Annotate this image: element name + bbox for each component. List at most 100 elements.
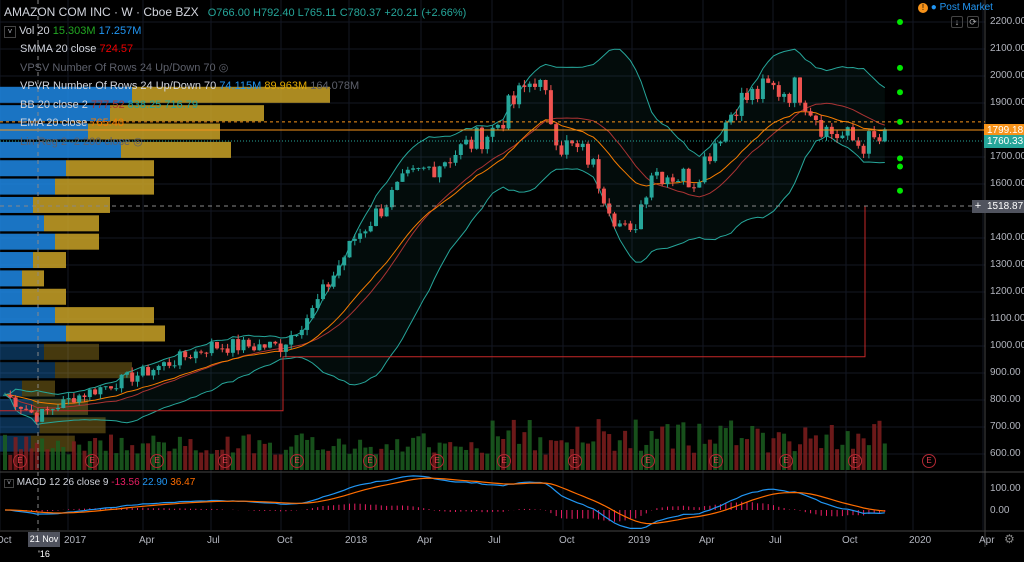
candle-body <box>358 233 363 239</box>
candle-body <box>644 197 649 205</box>
vol-ma-value: 17.257M <box>98 24 142 37</box>
earnings-marker[interactable]: E <box>290 454 304 468</box>
vol-label[interactable]: Vol 20 <box>19 25 50 37</box>
volume-bar <box>490 420 495 470</box>
volume-bar <box>866 445 871 470</box>
candle-body <box>766 78 771 83</box>
vp-down-bar <box>55 233 99 250</box>
volume-bar <box>840 444 845 470</box>
vp-up-bar <box>0 233 55 250</box>
time-axis-label: Apr <box>699 535 715 546</box>
candle-body <box>199 351 204 353</box>
hidden-eye-icon[interactable]: ◎ <box>133 136 143 148</box>
volume-bar <box>792 451 797 470</box>
settings-gear-icon[interactable]: ⚙ <box>1004 532 1015 546</box>
hidden-eye-icon[interactable]: ◎ <box>219 62 229 74</box>
volume-bar <box>3 434 7 470</box>
volume-bar <box>204 450 209 470</box>
earnings-marker[interactable]: E <box>218 454 232 468</box>
candle-body <box>813 115 818 120</box>
vp-down-bar <box>55 178 154 195</box>
time-axis-label: Jul <box>488 535 501 546</box>
candle-body <box>480 127 484 150</box>
earnings-marker[interactable]: E <box>497 454 511 468</box>
volume-bar <box>607 434 612 470</box>
earnings-marker[interactable]: E <box>363 454 377 468</box>
volume-bar <box>146 443 151 470</box>
macd-label[interactable]: MACD 12 26 close 9 <box>17 477 109 488</box>
candle-body <box>40 408 45 422</box>
candle-body <box>93 389 98 395</box>
candle-body <box>554 124 559 146</box>
smma-value: 724.57 <box>99 43 134 55</box>
candle-body <box>819 119 824 137</box>
candle-body <box>771 82 776 86</box>
earnings-marker[interactable]: E <box>709 454 723 468</box>
volume-bar <box>257 440 262 470</box>
volume-bar <box>358 439 363 470</box>
candle-body <box>803 102 808 112</box>
vpvr-label[interactable]: VPVR Number Of Rows 24 Up/Down 70 <box>20 80 216 92</box>
earnings-marker[interactable]: E <box>430 454 444 468</box>
volume-bar <box>342 444 347 470</box>
earnings-marker[interactable]: E <box>568 454 582 468</box>
price-axis-label: 1400.00 <box>990 232 1024 243</box>
candle-body <box>114 388 119 390</box>
macd-collapse-button[interactable]: ˅ <box>4 479 14 488</box>
earnings-marker[interactable]: E <box>85 454 99 468</box>
candle-body <box>506 95 511 129</box>
volume-bar <box>480 452 484 470</box>
volume-bar <box>119 437 124 470</box>
volume-bar <box>548 440 553 470</box>
earnings-marker[interactable]: E <box>922 454 936 468</box>
linreg-label[interactable]: Lin Reg 2 -2 200 close <box>20 136 130 148</box>
earnings-marker[interactable]: E <box>779 454 793 468</box>
candle-body <box>442 162 447 167</box>
candle-body <box>405 169 410 174</box>
smma-label[interactable]: SMMA 20 close <box>20 43 96 55</box>
volume-bar <box>612 450 617 470</box>
volume-bar <box>124 450 129 470</box>
candle-body <box>8 394 13 398</box>
candle-body <box>236 339 241 351</box>
signal-dot <box>897 187 903 194</box>
volume-bar <box>442 443 447 470</box>
candle-body <box>851 127 855 141</box>
earnings-marker[interactable]: E <box>13 454 27 468</box>
warning-icon[interactable]: ! <box>918 3 928 13</box>
volume-bar <box>315 450 320 470</box>
signal-dot <box>897 118 903 125</box>
earnings-marker[interactable]: E <box>150 454 164 468</box>
candle-body <box>87 389 92 398</box>
volume-bar <box>278 454 283 470</box>
collapse-legend-button[interactable]: ˅ <box>4 25 16 38</box>
earnings-marker[interactable]: E <box>848 454 862 468</box>
candle-body <box>167 362 172 366</box>
volume-bar <box>591 441 596 470</box>
candle-body <box>617 223 622 227</box>
auto-scale-icon[interactable]: ⟳ <box>967 16 979 28</box>
candle-body <box>670 177 675 182</box>
candle-body <box>623 223 628 225</box>
price-axis-label: 2200.00 <box>990 16 1024 27</box>
candle-body <box>861 145 866 154</box>
volume-bar <box>109 434 113 470</box>
symbol-title[interactable]: AMAZON COM INC · W · Cboe BZX <box>4 5 199 19</box>
time-axis-label: Apr <box>979 535 995 546</box>
volume-bar <box>8 454 13 470</box>
ema-label[interactable]: EMA 20 close <box>20 117 87 129</box>
vpsv-label[interactable]: VPSV Number Of Rows 24 Up/Down 70 <box>20 62 216 74</box>
volume-bar <box>193 450 198 470</box>
post-market-indicator[interactable]: ! ● Post Market <box>918 2 993 13</box>
scroll-to-latest-icon[interactable]: ↓ <box>951 16 963 28</box>
earnings-marker[interactable]: E <box>641 454 655 468</box>
candle-body <box>98 387 103 395</box>
bb-label[interactable]: BB 20 close 2 <box>20 99 88 111</box>
add-alert-plus-icon[interactable]: + <box>972 200 984 213</box>
candle-body <box>24 408 29 410</box>
volume-bar <box>400 451 405 470</box>
ohlc-close: C780.37 <box>339 7 382 19</box>
volume-bar <box>199 452 204 470</box>
candle-body <box>586 143 590 165</box>
candle-body <box>591 159 596 165</box>
